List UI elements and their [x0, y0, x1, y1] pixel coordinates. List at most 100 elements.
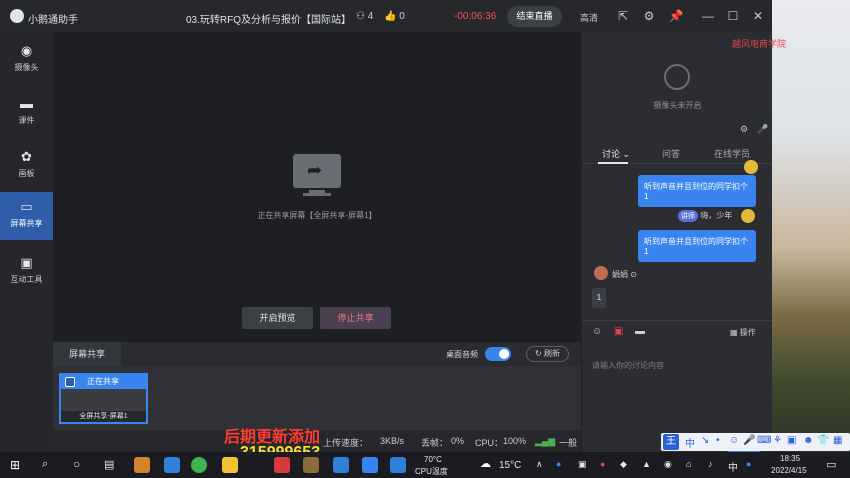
- frame-loss-value: 0%: [451, 436, 465, 446]
- share-out-icon[interactable]: ⇱: [615, 8, 631, 24]
- ime-dot-icon[interactable]: •: [716, 435, 720, 446]
- close-icon[interactable]: ✕: [750, 8, 766, 24]
- monitor-base: [303, 193, 331, 196]
- tab-underline: [598, 162, 628, 164]
- start-preview-button[interactable]: 开启预览: [242, 307, 313, 329]
- avatar: [741, 209, 755, 223]
- chat-input-placeholder: 请输入你的讨论内容: [592, 361, 664, 370]
- tray-app-icon[interactable]: ◉: [664, 459, 672, 470]
- refresh-button[interactable]: ↻ 刷新: [526, 346, 569, 362]
- taskbar-app-icon[interactable]: [134, 457, 150, 473]
- thumb-checkbox[interactable]: [65, 377, 75, 387]
- ime-lang-indicator[interactable]: 中: [728, 459, 738, 474]
- ime-punct-icon[interactable]: ↘: [701, 435, 709, 446]
- thumb-up-icon: 👍: [384, 11, 397, 22]
- minimize-icon[interactable]: —: [700, 8, 716, 24]
- taskbar-app-icon[interactable]: [303, 457, 319, 473]
- chat-message: 听到声音并且到位的同学扣个1: [638, 230, 756, 262]
- signal-text: 一般: [559, 438, 578, 448]
- avatar: [594, 266, 608, 280]
- wps-icon[interactable]: [274, 457, 290, 473]
- ime-voice-icon[interactable]: 🎤: [743, 435, 755, 446]
- windows-start-icon[interactable]: ⊞: [10, 458, 20, 472]
- sidebar-item-screen-share[interactable]: ▭ 屏幕共享: [0, 192, 53, 240]
- screen-thumbnail[interactable]: 正在共享 全屏共享-屏幕1: [59, 373, 148, 424]
- taskbar-app-icon[interactable]: [222, 457, 238, 473]
- ime-grid-icon[interactable]: ▦: [833, 435, 842, 446]
- ime-toolbar[interactable]: 王 中 ↘ • ☺ 🎤 ⌨ ⚘ ▣ ☻ 👕 ▦: [661, 433, 850, 451]
- ime-keyboard-icon[interactable]: ⌨: [757, 435, 771, 446]
- cpu-value: 100%: [503, 436, 527, 446]
- folder-icon[interactable]: ▬: [635, 326, 645, 337]
- tray-app-icon[interactable]: ▣: [578, 459, 587, 470]
- grid-icon: ▦: [730, 328, 738, 337]
- sidebar-item-courseware[interactable]: ▬ 课件: [0, 89, 53, 137]
- like-count: 👍 0: [384, 11, 405, 22]
- ime-image-icon[interactable]: ▣: [787, 435, 796, 446]
- camera-off-text: 摄像头未开启: [653, 101, 702, 110]
- emoji-icon[interactable]: ☺: [592, 326, 602, 337]
- camera-off-icon: [664, 64, 690, 90]
- taskbar-app-icon[interactable]: [390, 457, 406, 473]
- tray-app-icon[interactable]: ●: [746, 459, 751, 469]
- tab-discussion[interactable]: 讨论 ⌄: [602, 147, 630, 160]
- camera-icon: ◉: [20, 43, 33, 58]
- upload-speed-value: 3KB/s: [380, 436, 405, 446]
- quality-select[interactable]: 高清: [580, 11, 598, 24]
- tray-app-icon[interactable]: ●: [600, 459, 605, 469]
- right-panel: 摄像头未开启 ⚙ 🎤 讨论 ⌄ 问答 在线学员 听到声音并且到位的同学扣个1 讲…: [581, 32, 773, 452]
- clock-time[interactable]: 18:35: [780, 454, 800, 463]
- volume-icon[interactable]: ♪: [708, 459, 713, 469]
- pin-icon[interactable]: 📌: [668, 8, 684, 24]
- ime-badge: 王: [663, 434, 679, 450]
- end-live-button[interactable]: 结束直播: [507, 6, 562, 27]
- notification-icon[interactable]: ▭: [826, 458, 836, 471]
- tray-app-icon[interactable]: ◆: [620, 459, 627, 470]
- tab-screen-share[interactable]: 屏幕共享: [53, 342, 121, 366]
- app-logo-icon: [10, 9, 24, 23]
- gift-icon[interactable]: ▣: [614, 326, 623, 337]
- taskbar-app-icon[interactable]: [164, 457, 180, 473]
- tray-chevron-icon[interactable]: ∧: [536, 459, 543, 470]
- wechat-icon[interactable]: [191, 457, 207, 473]
- desktop-audio-label: 桌面音频: [446, 350, 478, 359]
- sidebar-item-interactive-tools[interactable]: ▣ 互动工具: [0, 248, 53, 296]
- desktop-audio-toggle[interactable]: [485, 347, 511, 361]
- stop-share-button[interactable]: 停止共享: [320, 307, 391, 329]
- sidebar-item-camera[interactable]: ◉ 摄像头: [0, 36, 53, 84]
- cortana-icon[interactable]: ○: [73, 457, 80, 471]
- ime-mode[interactable]: 中: [685, 435, 695, 450]
- camera-settings-icon[interactable]: ⚙: [740, 124, 748, 135]
- ime-emoji-icon[interactable]: ☺: [729, 435, 739, 446]
- xiaoe-app-icon[interactable]: [362, 457, 378, 473]
- sharing-status-text: 正在共享屏幕【全屏共享-屏幕1】: [257, 211, 377, 220]
- frame-loss-label: 丢帧：: [421, 438, 449, 448]
- task-view-icon[interactable]: ▤: [104, 458, 114, 471]
- settings-icon[interactable]: ⚙: [641, 8, 657, 24]
- course-title: 03.玩转RFQ及分析与报价【国际站】: [186, 15, 352, 26]
- chat-user-name: 娟娟 ⊙: [612, 270, 637, 279]
- toolbox-icon: ▣: [20, 255, 33, 270]
- mic-icon[interactable]: 🎤: [757, 124, 768, 135]
- clock-date[interactable]: 2022/4/15: [771, 466, 807, 475]
- tray-app-icon[interactable]: ▲: [642, 459, 651, 469]
- tab-online-students[interactable]: 在线学员: [714, 147, 750, 160]
- taskbar-app-icon[interactable]: [333, 457, 349, 473]
- tab-qa[interactable]: 问答: [662, 147, 680, 160]
- operation-menu[interactable]: ▦ 操作: [730, 327, 756, 338]
- tray-app-icon[interactable]: ●: [556, 459, 561, 469]
- screen-share-monitor-icon: ➦: [293, 154, 341, 188]
- weather-temp[interactable]: 15°C: [499, 460, 521, 471]
- maximize-icon[interactable]: ☐: [725, 8, 741, 24]
- ime-shirt-icon[interactable]: 👕: [817, 435, 829, 446]
- sidebar-item-whiteboard[interactable]: ✿ 画板: [0, 142, 53, 190]
- people-count: ⚇ 4: [356, 11, 374, 22]
- network-icon[interactable]: ⌂: [686, 459, 691, 469]
- teacher-tag: 讲师: [678, 210, 698, 222]
- search-icon[interactable]: ⌕: [42, 458, 48, 471]
- screen-thumbnails: 正在共享 全屏共享-屏幕1: [53, 366, 581, 430]
- chat-message-meta: 讲师 嗨，少年: [678, 210, 732, 222]
- ime-user-icon[interactable]: ☻: [803, 435, 814, 446]
- cpu-temp-value: 70°C: [424, 455, 442, 464]
- ime-skin-icon[interactable]: ⚘: [773, 435, 782, 446]
